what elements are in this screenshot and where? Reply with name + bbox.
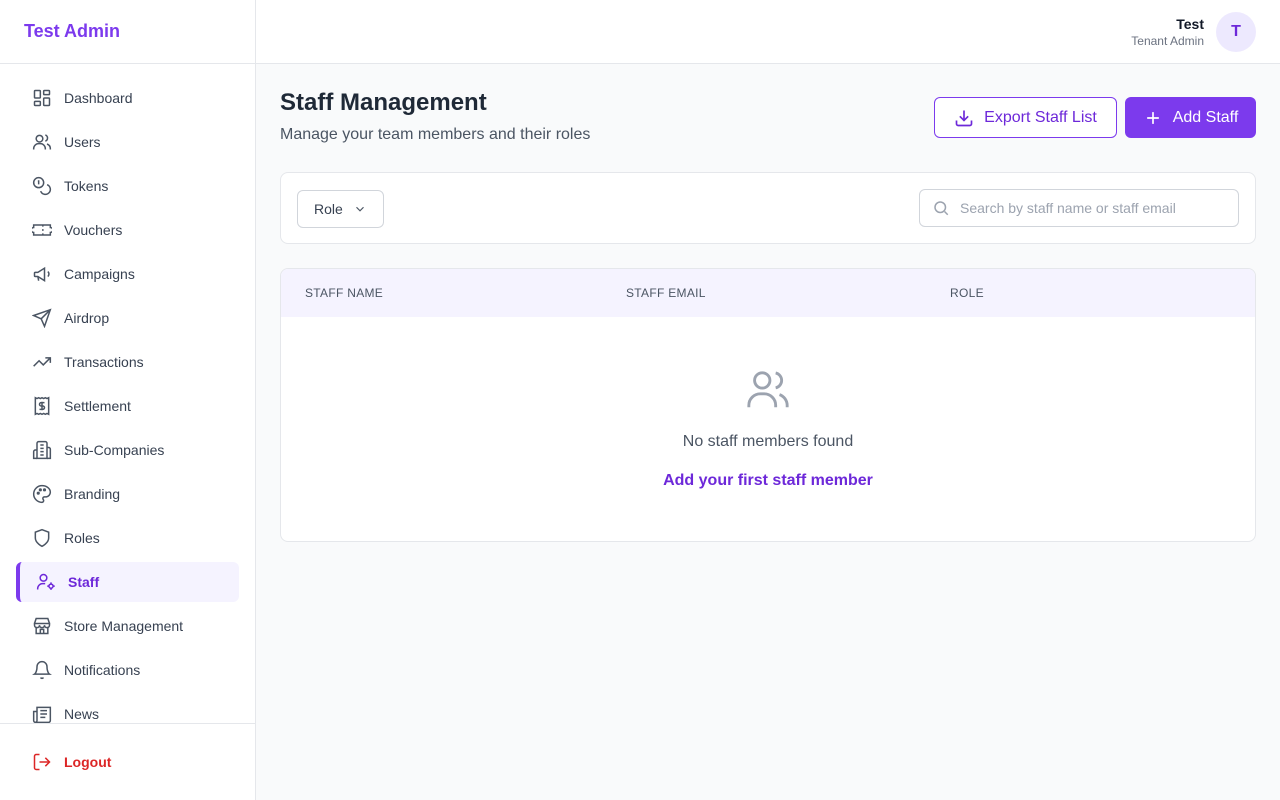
brand-header: Test Admin [0, 0, 255, 64]
sidebar-item-transactions[interactable]: Transactions [16, 342, 239, 382]
user-info: Test Tenant Admin [1131, 15, 1204, 49]
coins-icon [32, 176, 52, 196]
plus-icon [1143, 108, 1163, 128]
column-header-role[interactable]: ROLE [950, 286, 984, 300]
sidebar-item-label: Transactions [64, 354, 144, 370]
sidebar-item-news[interactable]: News [16, 694, 239, 723]
sidebar-item-staff[interactable]: Staff [16, 562, 239, 602]
receipt-dollar-icon [32, 396, 52, 416]
sidebar-nav: Dashboard Users Tokens Vouchers Campaign… [0, 64, 255, 723]
user-cog-icon [36, 572, 56, 592]
sidebar-item-label: Notifications [64, 662, 141, 678]
user-menu[interactable]: Test Tenant Admin T [1131, 12, 1256, 52]
sidebar-item-label: Store Management [64, 618, 184, 634]
sidebar-item-tokens[interactable]: Tokens [16, 166, 239, 206]
palette-icon [32, 484, 52, 504]
sidebar-item-label: Airdrop [64, 310, 110, 326]
search-box [919, 189, 1239, 227]
bell-icon [32, 660, 52, 680]
filter-bar: Role [280, 172, 1256, 244]
store-icon [32, 616, 52, 636]
users-icon [745, 367, 791, 418]
sidebar-item-campaigns[interactable]: Campaigns [16, 254, 239, 294]
sidebar-item-roles[interactable]: Roles [16, 518, 239, 558]
table-header: STAFF NAME STAFF EMAIL ROLE [281, 269, 1255, 317]
avatar[interactable]: T [1216, 12, 1256, 52]
empty-state: No staff members found Add your first st… [281, 317, 1255, 541]
column-header-staff-name[interactable]: STAFF NAME [305, 286, 383, 300]
users-icon [32, 132, 52, 152]
column-header-staff-email[interactable]: STAFF EMAIL [626, 286, 706, 300]
logout-button[interactable]: Logout [16, 742, 239, 782]
sidebar-item-airdrop[interactable]: Airdrop [16, 298, 239, 338]
user-name: Test [1176, 16, 1204, 32]
search-icon [932, 199, 950, 217]
newspaper-icon [32, 704, 52, 723]
logout-label: Logout [64, 754, 112, 770]
sidebar-item-notifications[interactable]: Notifications [16, 650, 239, 690]
page-title: Staff Management [280, 89, 487, 116]
search-input[interactable] [960, 190, 1230, 226]
sidebar-item-users[interactable]: Users [16, 122, 239, 162]
sidebar-item-label: Campaigns [64, 266, 135, 282]
empty-state-message: No staff members found [682, 433, 854, 450]
export-staff-list-button[interactable]: Export Staff List [934, 97, 1117, 138]
dashboard-icon [32, 88, 52, 108]
sidebar-item-label: Sub-Companies [64, 442, 165, 458]
sidebar-item-label: Branding [64, 486, 121, 502]
sidebar-item-label: Roles [64, 530, 100, 546]
megaphone-icon [32, 264, 52, 284]
sidebar-item-label: Settlement [64, 398, 131, 414]
sidebar-item-label: Vouchers [64, 222, 123, 238]
sidebar-item-label: Users [64, 134, 101, 150]
sidebar-item-label: Staff [68, 574, 100, 590]
sidebar-item-sub-companies[interactable]: Sub-Companies [16, 430, 239, 470]
add-first-staff-link-wrap: Add your first staff member [281, 472, 1255, 490]
top-bar: Test Tenant Admin T [256, 0, 1280, 64]
sidebar-item-label: News [64, 706, 100, 722]
add-staff-button[interactable]: Add Staff [1125, 97, 1256, 138]
sidebar-item-store-management[interactable]: Store Management [16, 606, 239, 646]
brand-title[interactable]: Test Admin [24, 21, 120, 42]
user-role: Tenant Admin [1131, 34, 1204, 48]
export-staff-list-label: Export Staff List [984, 108, 1097, 126]
sidebar: Test Admin Dashboard Users Tokens Vouche… [0, 0, 256, 800]
sidebar-item-label: Dashboard [64, 90, 133, 106]
logout-section: Logout [0, 723, 255, 800]
page-subtitle: Manage your team members and their roles [280, 126, 591, 143]
sidebar-item-settlement[interactable]: Settlement [16, 386, 239, 426]
add-first-staff-link[interactable]: Add your first staff member [663, 472, 873, 489]
main-content: Staff Management Manage your team member… [256, 64, 1280, 800]
sidebar-item-vouchers[interactable]: Vouchers [16, 210, 239, 250]
send-icon [32, 308, 52, 328]
shield-icon [32, 528, 52, 548]
role-filter-label: Role [314, 201, 343, 217]
staff-table: STAFF NAME STAFF EMAIL ROLE No staff mem… [280, 268, 1256, 542]
ticket-icon [32, 220, 52, 240]
chevron-down-icon [353, 202, 367, 216]
trending-up-icon [32, 352, 52, 372]
sidebar-item-dashboard[interactable]: Dashboard [16, 78, 239, 118]
sidebar-item-label: Tokens [64, 178, 109, 194]
download-icon [954, 108, 974, 128]
sidebar-item-branding[interactable]: Branding [16, 474, 239, 514]
building-icon [32, 440, 52, 460]
add-staff-label: Add Staff [1172, 108, 1239, 126]
role-filter-dropdown[interactable]: Role [297, 190, 384, 228]
logout-icon [32, 752, 52, 772]
